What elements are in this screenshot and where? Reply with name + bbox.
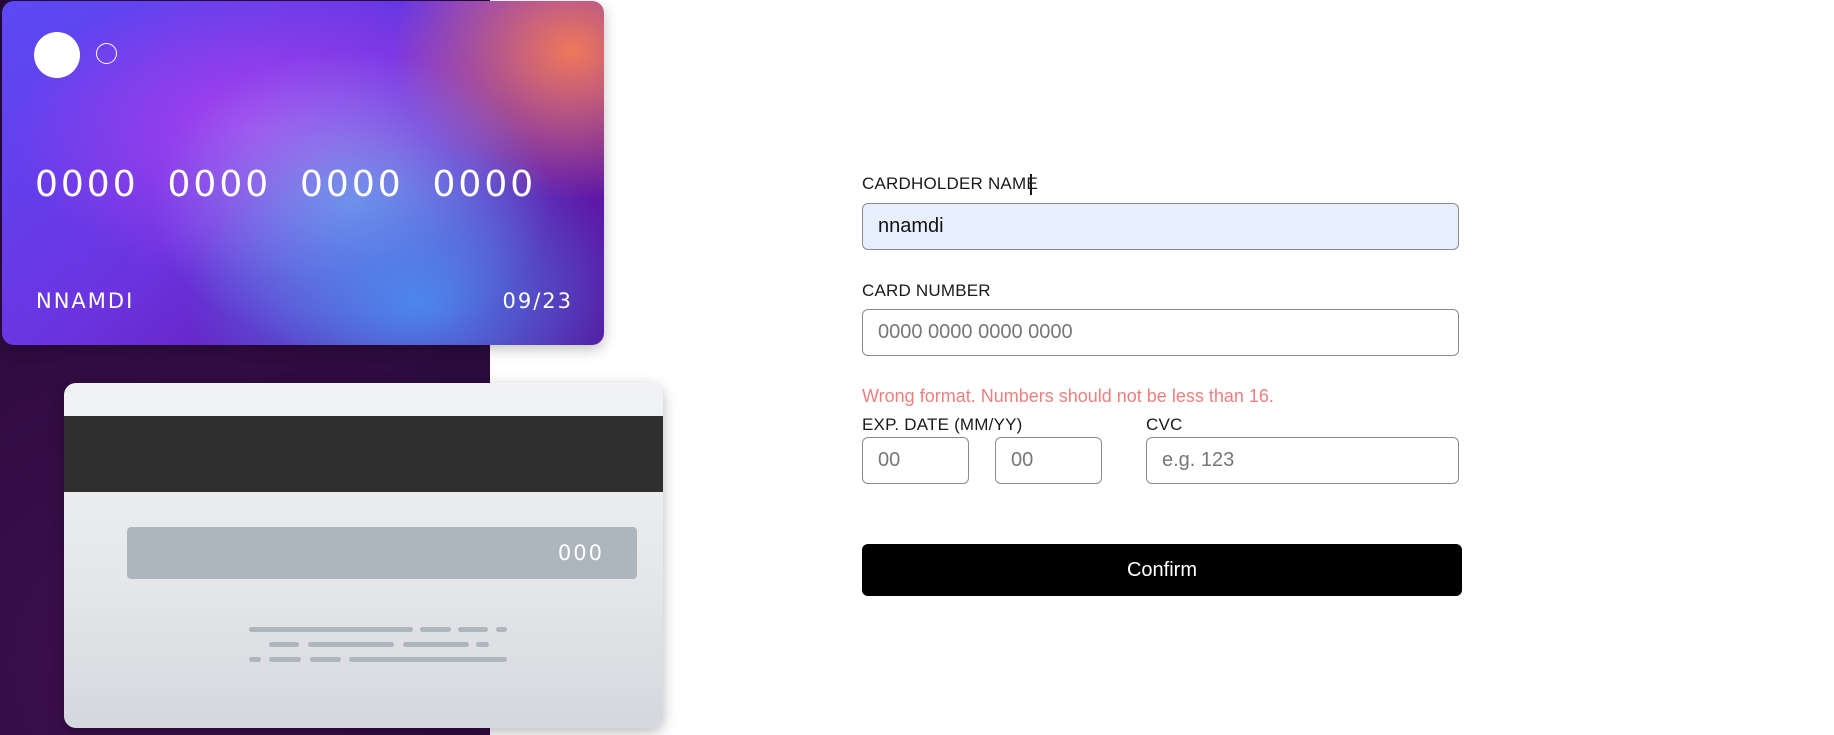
expiry-month-input[interactable]: [862, 437, 969, 484]
magnetic-stripe: [64, 416, 663, 492]
card-back-preview: 000: [64, 383, 663, 728]
card-number-error-message: Wrong format. Numbers should not be less…: [862, 386, 1274, 406]
text-cursor: [1030, 174, 1032, 195]
card-number-label: CARD NUMBER: [862, 281, 991, 300]
cardholder-name-input[interactable]: [862, 203, 1459, 250]
cvc-input[interactable]: [1146, 437, 1459, 484]
card-front-preview: 0000 0000 0000 0000 NNAMDI 09/23: [2, 1, 604, 345]
signature-strip: 000: [127, 527, 637, 579]
card-number-input[interactable]: [862, 309, 1459, 356]
confirm-button[interactable]: Confirm: [862, 544, 1462, 596]
expiry-year-input[interactable]: [995, 437, 1102, 484]
card-cvc-display: 000: [557, 541, 604, 565]
expiry-date-label: EXP. DATE (MM/YY): [862, 415, 1023, 434]
cardholder-name-label: CARDHOLDER NAME: [862, 174, 1038, 193]
card-number-display: 0000 0000 0000 0000: [35, 164, 537, 205]
card-logo-filled-circle-icon: [34, 32, 80, 78]
cardholder-name-display: NNAMDI: [36, 289, 135, 313]
cvc-label: CVC: [1146, 415, 1183, 434]
card-expiry-display: 09/23: [502, 289, 573, 313]
card-logo-outline-circle-icon: [96, 43, 117, 64]
